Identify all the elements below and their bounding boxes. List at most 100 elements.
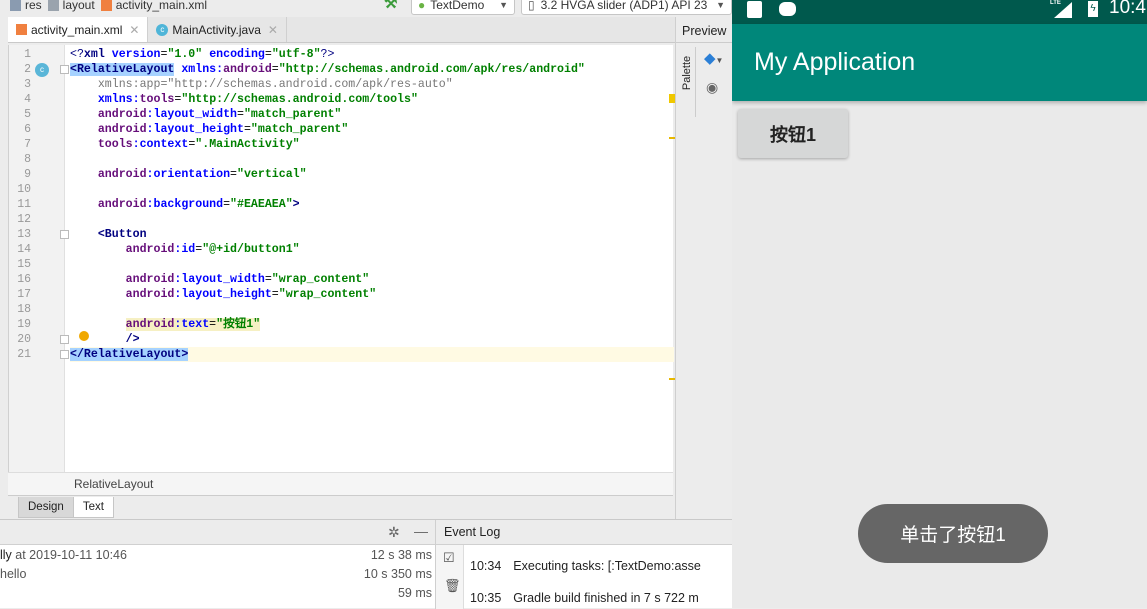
tab-design[interactable]: Design xyxy=(18,497,74,518)
code-editor[interactable]: 1 2 3 4 5 6 7 8 9 10 11 12 13 14 15 16 17 18 19 20 21 c <?xm… xyxy=(8,45,683,472)
code-line[interactable]: xmlns:tools="http://schemas.android.com/… xyxy=(70,92,674,107)
code-line[interactable]: xmlns:app="http://schemas.android.com/ap… xyxy=(70,77,674,92)
tab-main-activity-java[interactable]: c MainActivity.java ✕ xyxy=(148,17,287,42)
code-token: xml xyxy=(83,48,112,61)
code-line[interactable]: android:background="#EAEAEA"> xyxy=(70,197,674,212)
code-line[interactable]: android:layout_height="wrap_content" xyxy=(70,287,674,302)
code-line[interactable]: <RelativeLayout xmlns:android="http://sc… xyxy=(70,62,674,77)
line-number: 10 xyxy=(17,183,31,196)
line-number: 20 xyxy=(17,333,31,346)
line-number: 18 xyxy=(17,303,31,316)
code-line[interactable]: /> xyxy=(70,332,674,347)
navigation-bar: res layout activity_main.xml ⚒ ● TextDemo… xyxy=(0,0,732,16)
code-token: <? xyxy=(70,48,84,61)
close-icon[interactable]: ✕ xyxy=(268,23,278,37)
device-dropdown[interactable]: ▯ 3.2 HVGA slider (ADP1) API 23 ▼ xyxy=(521,0,732,15)
line-number: 11 xyxy=(17,198,31,211)
editor-tabs: activity_main.xml ✕ c MainActivity.java ✕ xyxy=(8,17,675,43)
preview-tab[interactable]: Preview xyxy=(682,24,726,38)
tab-text[interactable]: Text xyxy=(73,497,114,518)
breadcrumb-res[interactable]: res xyxy=(10,0,42,12)
code-line[interactable]: android:layout_height="match_parent" xyxy=(70,122,674,137)
code-line[interactable]: android:text="按钮1" xyxy=(70,317,674,332)
code-line[interactable] xyxy=(70,182,674,197)
code-token: ".MainActivity" xyxy=(195,138,300,151)
code-token: android xyxy=(125,243,175,256)
mark-read-icon[interactable]: ☑ xyxy=(443,550,455,566)
event-log-entry[interactable]: 10:35 Gradle build finished in 7 s 722 m xyxy=(470,591,699,605)
event-log-title: Event Log xyxy=(436,520,733,545)
code-token: > xyxy=(292,198,300,211)
code-token: /> xyxy=(125,333,140,346)
code-line[interactable] xyxy=(70,152,674,167)
code-token: "http://schemas.android.com/apk/res/andr… xyxy=(278,63,585,76)
minimize-icon[interactable]: — xyxy=(414,523,428,539)
code-token: android xyxy=(125,318,175,331)
gear-icon[interactable]: ✲ xyxy=(388,524,400,541)
code-line[interactable]: android:orientation="vertical" xyxy=(70,167,674,182)
palette-tab[interactable]: Palette xyxy=(678,47,696,117)
code-line[interactable]: android:layout_width="wrap_content" xyxy=(70,272,674,287)
code-token: "http://schemas.android.com/tools" xyxy=(181,93,418,106)
run-config-dropdown[interactable]: ● TextDemo ▼ xyxy=(411,0,515,15)
code-token: "match_parent" xyxy=(243,108,342,121)
code-token: = xyxy=(271,288,279,301)
code-token: "utf-8" xyxy=(271,48,321,61)
android-studio-ide: res layout activity_main.xml ⚒ ● TextDemo… xyxy=(0,0,733,609)
build-row[interactable]: hello 10 s 350 ms xyxy=(0,564,432,584)
clock: 10:4 xyxy=(1109,0,1146,18)
button1[interactable]: 按钮1 xyxy=(738,109,848,158)
code-line[interactable] xyxy=(70,257,674,272)
android-icon: ● xyxy=(418,0,426,12)
build-hammer-icon[interactable]: ⚒ xyxy=(384,0,397,12)
code-line[interactable]: tools:context=".MainActivity" xyxy=(70,137,674,152)
code-line[interactable]: <Button xyxy=(70,227,674,242)
line-number: 12 xyxy=(17,213,31,226)
xml-breadcrumb[interactable]: RelativeLayout xyxy=(8,472,673,496)
signal-icon xyxy=(1054,2,1072,18)
code-line[interactable] xyxy=(70,302,674,317)
class-marker-icon[interactable]: c xyxy=(35,63,49,77)
folder-icon xyxy=(47,0,59,11)
code-token: "wrap_content" xyxy=(278,288,377,301)
code-line[interactable]: </RelativeLayout> xyxy=(70,347,674,362)
fold-icon[interactable] xyxy=(60,230,69,239)
event-log-entry[interactable]: 10:34 Executing tasks: [:TextDemo:asse xyxy=(470,559,701,573)
code-line[interactable]: android:layout_width="match_parent" xyxy=(70,107,674,122)
breadcrumb-layout[interactable]: layout xyxy=(47,0,95,12)
breadcrumb-file[interactable]: activity_main.xml xyxy=(100,0,207,12)
build-label: at 2019-10-11 10:46 xyxy=(11,548,127,562)
view-mode-tabs: Design Text xyxy=(8,497,673,519)
code-token: :id xyxy=(174,243,196,256)
line-number: 15 xyxy=(17,258,31,271)
eye-icon[interactable]: ◉ xyxy=(706,79,718,96)
code-token: encoding xyxy=(209,48,265,61)
code-token: android xyxy=(223,63,272,76)
layers-icon[interactable]: ◆▼ xyxy=(704,49,723,67)
code-line[interactable]: <?xml version="1.0" encoding="utf-8"?> xyxy=(70,47,674,62)
line-number: 8 xyxy=(24,153,31,166)
line-number: 7 xyxy=(24,138,31,151)
code-token: = xyxy=(223,198,231,211)
trash-icon[interactable]: 🗑 xyxy=(444,578,461,594)
code-line[interactable] xyxy=(70,212,674,227)
line-number: 1 xyxy=(24,48,31,61)
build-row[interactable]: 59 ms xyxy=(0,583,432,603)
code-token: xmlns:app="http://schemas.android.com/ap… xyxy=(70,78,453,91)
build-row[interactable]: lly at 2019-10-11 10:46 12 s 38 ms xyxy=(0,545,432,565)
build-output: lly at 2019-10-11 10:46 12 s 38 ms hello 10… xyxy=(0,545,435,609)
tab-activity-main-xml[interactable]: activity_main.xml ✕ xyxy=(8,17,149,42)
fold-icon[interactable] xyxy=(60,335,69,344)
chevron-down-icon: ▼ xyxy=(499,0,508,10)
fold-icon[interactable] xyxy=(60,65,69,74)
code-token: <RelativeLayout xyxy=(70,63,175,76)
code-token: android xyxy=(97,108,147,121)
line-number: 5 xyxy=(24,108,31,121)
fold-icon[interactable] xyxy=(60,350,69,359)
event-time: 10:35 xyxy=(470,591,502,605)
line-number: 3 xyxy=(24,78,31,91)
code-line[interactable]: android:id="@+id/button1" xyxy=(70,242,674,257)
close-icon[interactable]: ✕ xyxy=(129,23,139,37)
